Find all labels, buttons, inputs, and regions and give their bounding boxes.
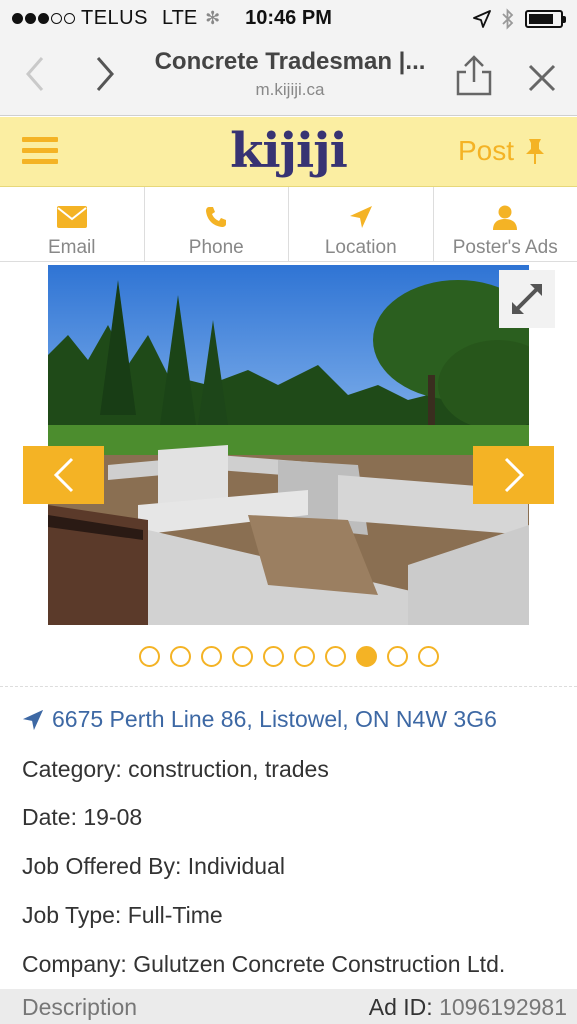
status-right bbox=[473, 8, 566, 30]
pagination-dot[interactable] bbox=[386, 646, 408, 667]
location-label: Location bbox=[324, 237, 397, 258]
address-text: 6675 Perth Line 86, Listowel, ON N4W 3G6 bbox=[52, 706, 497, 732]
next-photo-button[interactable] bbox=[473, 446, 554, 504]
phone-label: Phone bbox=[188, 237, 244, 258]
description-label: Description bbox=[22, 994, 138, 1020]
expand-icon bbox=[512, 284, 542, 314]
pagination-dot[interactable] bbox=[324, 646, 346, 667]
pagination-dot[interactable] bbox=[417, 646, 439, 667]
job-type-text: Job Type: Full-Time bbox=[22, 902, 223, 928]
email-tab[interactable]: Email bbox=[0, 187, 145, 261]
ad-id: Ad ID: 1096192981 bbox=[369, 994, 567, 1021]
posters-ads-tab[interactable]: Poster's Ads bbox=[434, 187, 577, 261]
phone-icon bbox=[206, 207, 227, 227]
location-services-icon bbox=[473, 10, 491, 28]
envelope-icon bbox=[56, 206, 87, 228]
pagination-dot[interactable] bbox=[138, 646, 160, 667]
forward-button[interactable] bbox=[88, 52, 122, 96]
status-bar: TELUS LTE ✻ 10:46 PM bbox=[0, 0, 577, 38]
location-arrow-icon bbox=[349, 206, 372, 228]
chevron-left-icon bbox=[53, 457, 73, 493]
listing-photo[interactable] bbox=[48, 265, 529, 625]
close-button[interactable] bbox=[522, 58, 562, 98]
bluetooth-icon bbox=[502, 8, 514, 30]
post-label: Post bbox=[458, 135, 515, 166]
pagination-dot[interactable] bbox=[293, 646, 315, 667]
chevron-right-icon bbox=[504, 457, 524, 493]
pagination-dot[interactable] bbox=[262, 646, 284, 667]
phone-tab[interactable]: Phone bbox=[145, 187, 289, 261]
category-text: Category: construction, trades bbox=[22, 756, 329, 782]
divider bbox=[0, 686, 577, 687]
page-url[interactable]: m.kijiji.ca bbox=[140, 80, 440, 100]
location-tab[interactable]: Location bbox=[289, 187, 434, 261]
photo-pagination bbox=[0, 646, 577, 667]
description-bar: Description Ad ID: 1096192981 bbox=[0, 989, 577, 1024]
post-button[interactable]: Post bbox=[458, 135, 546, 167]
contact-actions: Email Phone Location Poster's Ads bbox=[0, 187, 577, 262]
back-button[interactable] bbox=[18, 52, 52, 96]
page-title[interactable]: Concrete Tradesman |... bbox=[140, 48, 440, 76]
pagination-dot[interactable] bbox=[231, 646, 253, 667]
pushpin-icon bbox=[526, 139, 545, 164]
posters-ads-label: Poster's Ads bbox=[452, 237, 558, 258]
fullscreen-button[interactable] bbox=[499, 270, 555, 328]
pagination-dot[interactable] bbox=[355, 646, 377, 667]
location-arrow-icon bbox=[22, 709, 44, 730]
construction-site-image bbox=[48, 265, 529, 625]
email-label: Email bbox=[47, 237, 96, 258]
battery-icon bbox=[525, 10, 566, 28]
share-button[interactable] bbox=[452, 54, 496, 98]
site-header: kijiji Post bbox=[0, 117, 577, 187]
address-link[interactable]: 6675 Perth Line 86, Listowel, ON N4W 3G6 bbox=[22, 706, 497, 733]
company-text: Company: Gulutzen Concrete Construction … bbox=[22, 951, 506, 977]
user-icon bbox=[493, 205, 518, 230]
ad-id-value: 1096192981 bbox=[439, 994, 567, 1020]
browser-toolbar: Concrete Tradesman |... m.kijiji.ca bbox=[0, 38, 577, 116]
ad-id-label: Ad ID: bbox=[368, 994, 433, 1020]
date-text: Date: 19-08 bbox=[22, 804, 143, 830]
previous-photo-button[interactable] bbox=[23, 446, 104, 504]
offered-by-text: Job Offered By: Individual bbox=[22, 853, 285, 879]
pagination-dot[interactable] bbox=[169, 646, 191, 667]
pagination-dot[interactable] bbox=[200, 646, 222, 667]
